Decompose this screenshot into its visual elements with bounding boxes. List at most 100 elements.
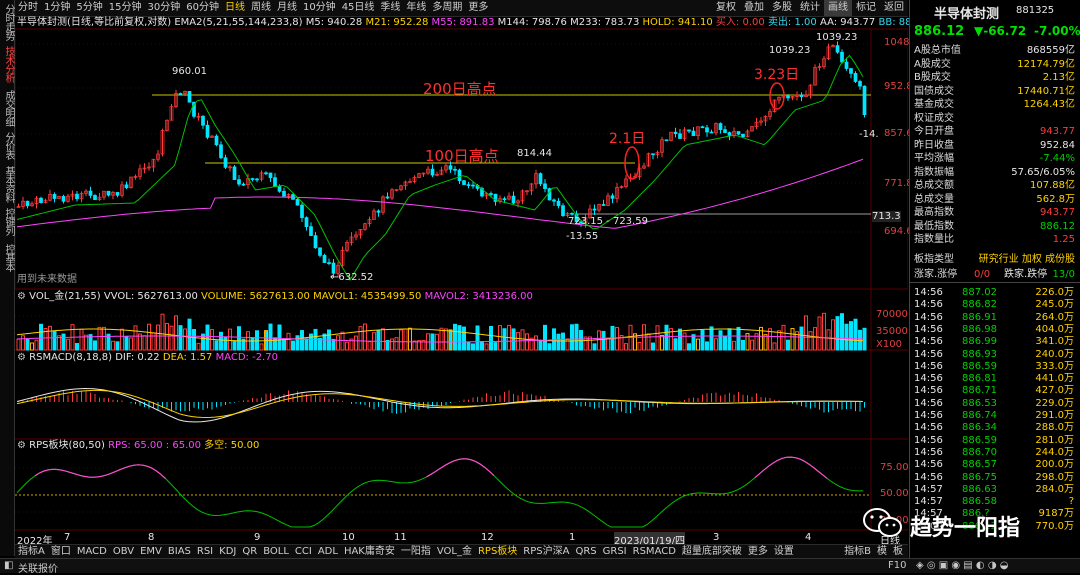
indicator-tab[interactable]: RSI <box>194 545 216 558</box>
huaxian-button[interactable]: 画线 <box>824 0 852 16</box>
volume-bar <box>156 324 160 351</box>
back-button[interactable]: 返回 <box>880 0 908 16</box>
stat-row: 平均涨幅 -7.44% <box>914 152 1075 165</box>
diejia-button[interactable]: 叠加 <box>740 0 768 16</box>
period-tab[interactable]: 更多 <box>465 0 491 16</box>
stat-value: 2.13亿 <box>1042 72 1075 83</box>
indicator-b-tab[interactable]: 模 <box>874 545 890 558</box>
indicator-tab[interactable]: 指标A <box>15 545 48 558</box>
volume-bar <box>493 342 498 351</box>
fuquan-button[interactable]: 复权 <box>712 0 740 16</box>
indicator-tab[interactable]: CCI <box>292 545 315 558</box>
link-icon[interactable]: ◧ <box>4 560 13 571</box>
left-tab-2[interactable]: 成交明细 <box>1 90 14 126</box>
left-tab-5[interactable]: 控键列 <box>1 208 14 235</box>
volume-bar <box>259 343 264 351</box>
indicator-tab[interactable]: HAK庸奇安 <box>341 545 398 558</box>
volume-bar <box>39 323 43 351</box>
candle-body <box>835 45 840 53</box>
tick-time: 14:57 <box>914 496 943 508</box>
volume-bar <box>340 331 345 351</box>
tongji-button[interactable]: 统计 <box>796 0 824 16</box>
status-left[interactable]: 关联报价 <box>18 560 58 575</box>
candle-body <box>255 178 259 181</box>
volume-bar <box>66 338 70 351</box>
indicator-tab[interactable]: OBV <box>110 545 137 558</box>
indicator-tab[interactable]: KDJ <box>216 545 239 558</box>
indicator-tab[interactable]: MACD <box>74 545 110 558</box>
left-tab-6[interactable]: 控基本 <box>1 244 14 271</box>
indicator-tab[interactable]: 窗口 <box>48 545 74 558</box>
change-pct: -7.00% <box>1034 24 1080 38</box>
volume-bar <box>255 330 259 351</box>
candle-body <box>502 198 507 201</box>
volume-bar <box>714 338 718 351</box>
period-tab[interactable]: 15分钟 <box>106 0 145 16</box>
left-tab-3[interactable]: 分价表 <box>1 132 14 159</box>
period-tab[interactable]: 月线 <box>274 0 300 16</box>
indicator-tab[interactable]: EMV <box>137 545 165 558</box>
period-tab[interactable]: 周线 <box>248 0 274 16</box>
duogu-button[interactable]: 多股 <box>768 0 796 16</box>
candle-body <box>556 200 561 207</box>
volume-bar <box>696 338 700 351</box>
period-tab[interactable]: 1分钟 <box>41 0 73 16</box>
period-tab-selected[interactable]: 日线 <box>222 0 248 16</box>
period-tab[interactable]: 年线 <box>403 0 429 16</box>
period-tab[interactable]: 45日线 <box>339 0 378 16</box>
indicator-tab[interactable]: GRSI <box>600 545 630 558</box>
left-tab-0[interactable]: 分时走势 <box>1 4 14 40</box>
indicator-tab[interactable]: QRS <box>572 545 599 558</box>
volume-bar <box>439 327 444 351</box>
tick-price: 886.70 <box>962 446 997 458</box>
candle-body <box>862 85 867 116</box>
candle-body <box>849 68 853 74</box>
candle-body <box>304 217 309 227</box>
stat-row: A股成交 12174.79亿 <box>914 58 1075 71</box>
tick-time: 14:56 <box>914 471 943 483</box>
indicator-tab[interactable]: RSMACD <box>630 545 679 558</box>
candle-body <box>201 115 205 126</box>
candle-body <box>241 183 246 186</box>
left-tab-1[interactable]: 技术分析 <box>1 46 14 82</box>
stat-row: 今日开盘 943.77 <box>914 125 1075 138</box>
tick-row: 14:57 886.63 284.0万 <box>914 484 1074 496</box>
period-tab[interactable]: 30分钟 <box>144 0 183 16</box>
indicator-tab[interactable]: BOLL <box>260 545 292 558</box>
indicator-tab[interactable]: QR <box>239 545 260 558</box>
indicator-tab[interactable]: 超量底部突破 <box>679 545 745 558</box>
period-tab[interactable]: 60分钟 <box>183 0 222 16</box>
left-tab-4[interactable]: 基本资料 <box>1 166 14 202</box>
indicator-tabs: 指标A 窗口 MACD OBV EMV BIAS RSI KDJ QR BOLL CCI ADL HAK… <box>15 544 908 558</box>
candle-body <box>543 183 547 189</box>
indicator-tab[interactable]: 一阳指 <box>398 545 434 558</box>
indicator-tab[interactable]: BIAS <box>165 545 194 558</box>
tick-row: 14:56 886.74 291.0万 <box>914 410 1074 422</box>
period-tab[interactable]: 多周期 <box>429 0 465 16</box>
volume-bar <box>543 324 547 351</box>
indicator-tab[interactable]: ADL <box>315 545 341 558</box>
period-tab[interactable]: 10分钟 <box>300 0 339 16</box>
indicator-tab[interactable]: RPS沪深A <box>520 545 572 558</box>
board-type-value[interactable]: 研究行业 加权 成份股 <box>979 253 1075 266</box>
biaoji-button[interactable]: 标记 <box>852 0 880 16</box>
status-icons[interactable]: ◈ ◎ ▣ ◉ ▤ ◐ ◑ ◒ <box>916 560 1008 571</box>
period-tab[interactable]: 季线 <box>377 0 403 16</box>
board-type-label: 板指类型 <box>914 254 954 265</box>
period-tab[interactable]: 5分钟 <box>73 0 105 16</box>
indicator-tab[interactable]: 设置 <box>771 545 797 558</box>
period-tab[interactable]: 分时 <box>15 0 41 16</box>
volume-bar <box>277 324 282 351</box>
volume-bar <box>381 328 385 351</box>
tick-row: 14:56 886.75 298.0万 <box>914 472 1074 484</box>
tick-volume: 333.0万 <box>1035 360 1074 372</box>
status-f10[interactable]: F10 <box>888 560 906 571</box>
candle-body <box>322 255 327 263</box>
indicator-b-tab[interactable]: 板 <box>890 545 906 558</box>
indicator-tab[interactable]: 更多 <box>745 545 771 558</box>
indicator-tab[interactable]: RPS板块 <box>475 545 520 558</box>
candle-body <box>318 247 322 256</box>
indicator-b-tab[interactable]: 指标B <box>841 545 874 558</box>
indicator-tab[interactable]: VOL_金 <box>434 545 475 558</box>
board-type-row: 板指类型 研究行业 加权 成份股 <box>914 253 1075 266</box>
